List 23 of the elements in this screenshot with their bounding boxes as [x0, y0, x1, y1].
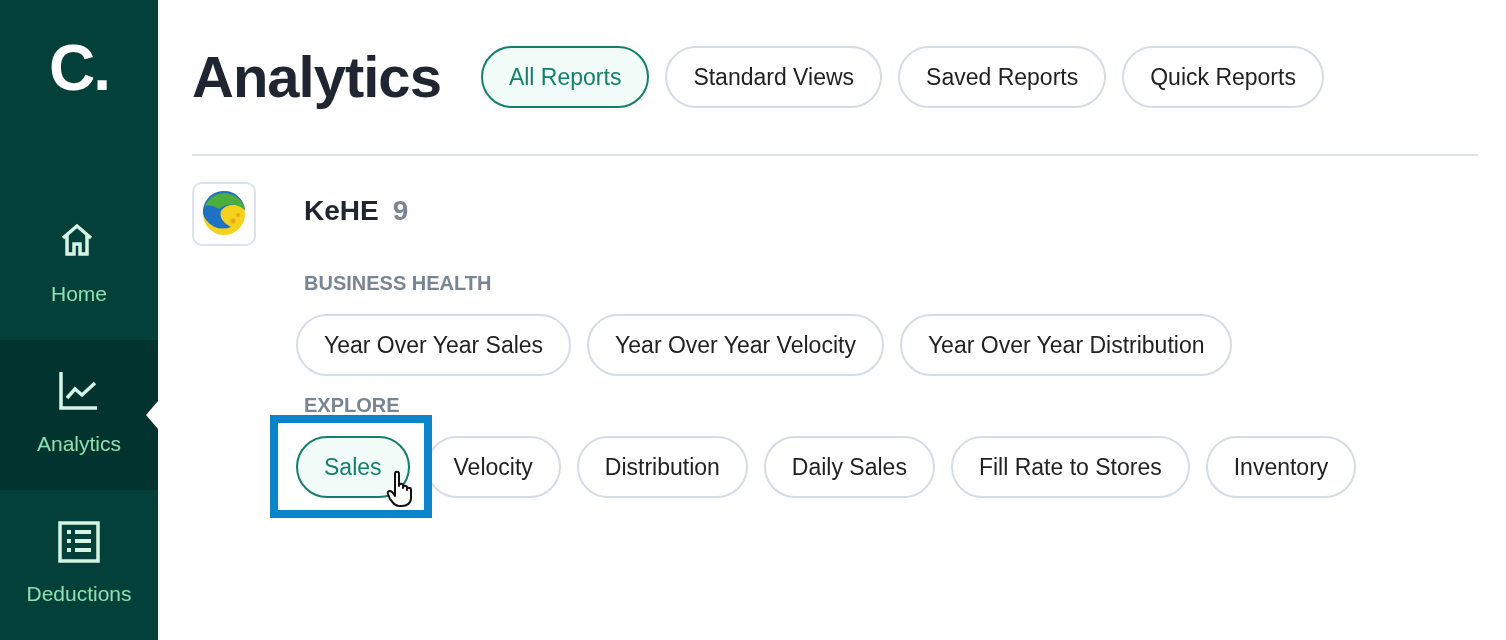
globe-icon [201, 191, 247, 237]
report-tab[interactable]: All Reports [480, 46, 650, 108]
sidebar-item[interactable]: Home [0, 190, 158, 340]
report-button[interactable]: Daily Sales [763, 436, 935, 498]
active-pointer [146, 401, 158, 429]
report-button[interactable]: Year Over Year Velocity [587, 314, 884, 376]
logo: C. [48, 31, 110, 106]
report-button[interactable]: Year Over Year Sales [296, 314, 572, 376]
list-icon [57, 520, 101, 565]
report-count: 9 [392, 194, 409, 228]
section-heading: EXPLORE [304, 393, 401, 418]
report-button[interactable]: Inventory [1205, 436, 1357, 498]
report-button[interactable]: Distribution [576, 436, 748, 498]
sidebar-item[interactable]: Analytics [0, 340, 158, 490]
report-tab[interactable]: Standard Views [665, 46, 883, 108]
report-button[interactable]: Year Over Year Distribution [899, 314, 1233, 376]
source-name: KeHE [304, 194, 379, 228]
report-tab[interactable]: Quick Reports [1122, 46, 1324, 108]
report-button[interactable]: Sales [296, 436, 410, 498]
section-heading: BUSINESS HEALTH [304, 271, 493, 296]
report-tab[interactable]: Saved Reports [898, 46, 1107, 108]
report-button[interactable]: Fill Rate to Stores [950, 436, 1190, 498]
sidebar-item[interactable]: Deductions [0, 490, 158, 640]
